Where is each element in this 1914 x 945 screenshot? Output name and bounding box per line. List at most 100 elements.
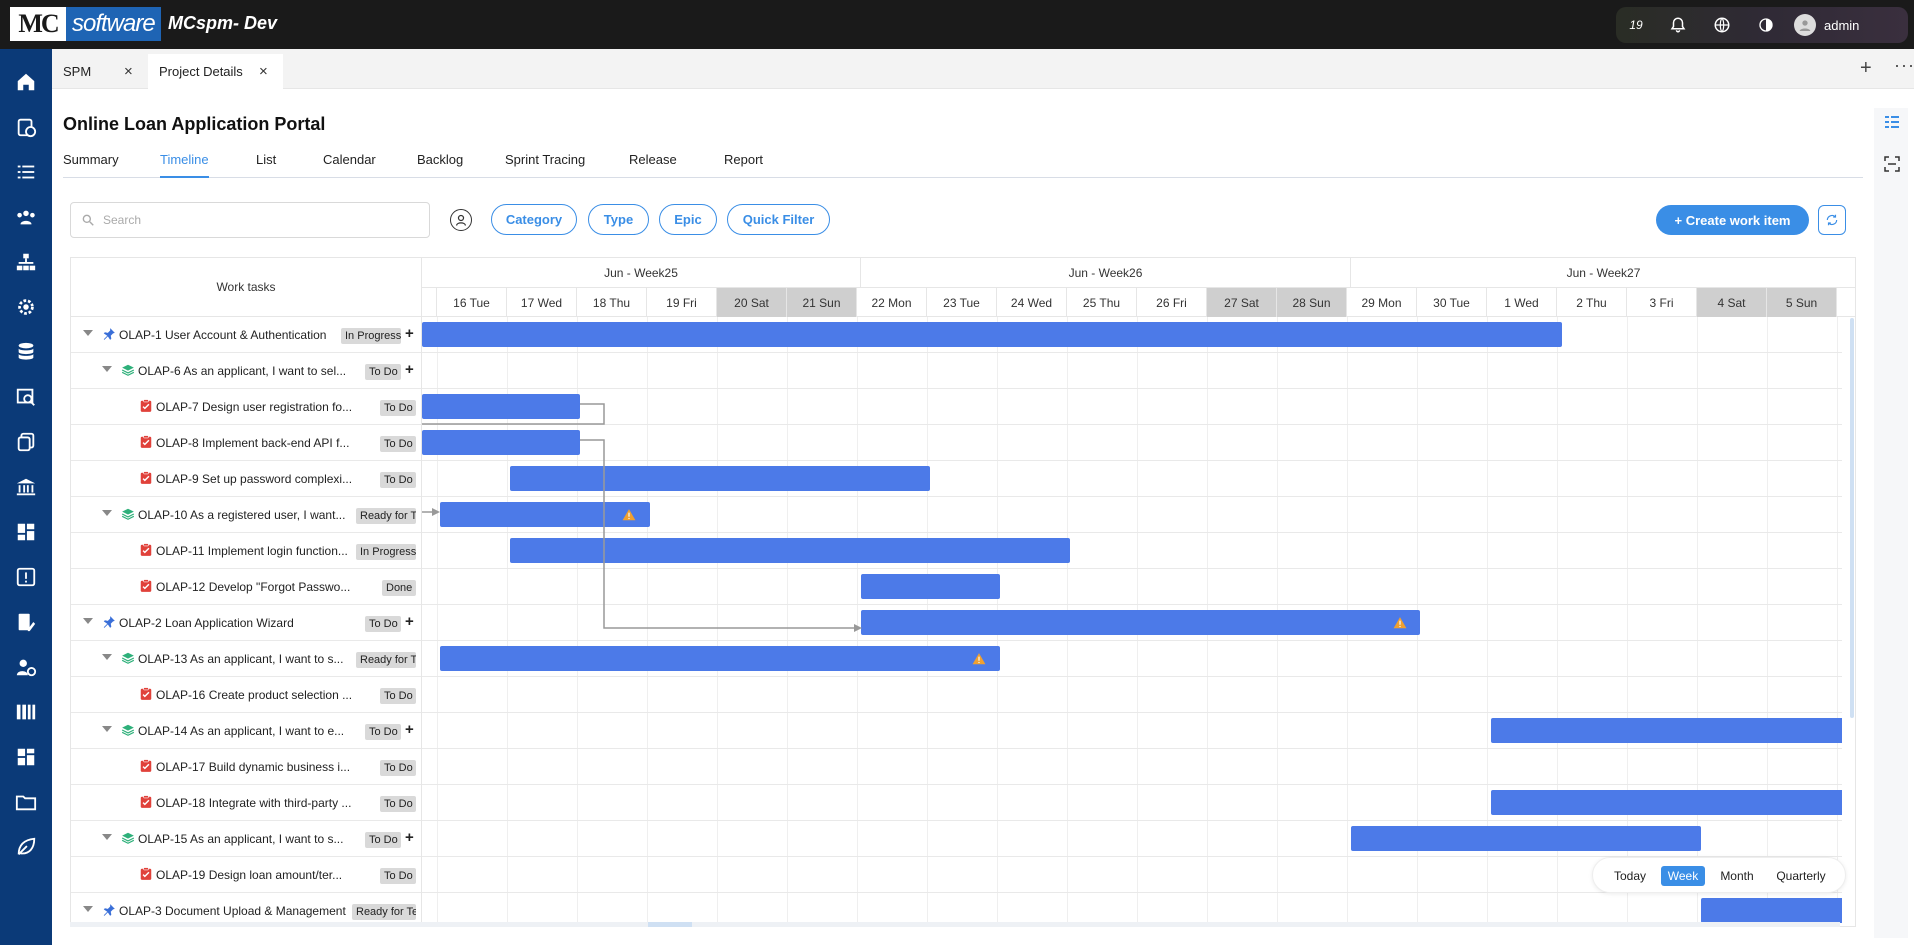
table-row[interactable]: OLAP-10 As a registered user, I want... R…: [71, 497, 421, 533]
tab-backlog[interactable]: Backlog: [417, 152, 463, 167]
table-row[interactable]: OLAP-13 As an applicant, I want to s... R…: [71, 641, 421, 677]
app-logo[interactable]: MC software: [10, 6, 161, 42]
add-child-button[interactable]: +: [405, 361, 414, 378]
theme-toggle-icon[interactable]: [1744, 17, 1788, 33]
zoom-week-button[interactable]: Week: [1661, 866, 1705, 886]
tab-report[interactable]: Report: [724, 152, 763, 167]
zoom-quarterly-button[interactable]: Quarterly: [1769, 866, 1833, 886]
tab-summary[interactable]: Summary: [63, 152, 119, 167]
database-icon[interactable]: [13, 339, 39, 365]
task-title[interactable]: OLAP-10 As a registered user, I want...: [138, 508, 352, 522]
task-title[interactable]: OLAP-8 Implement back-end API f...: [156, 436, 376, 450]
expand-caret-icon[interactable]: [83, 906, 93, 912]
zoom-today-button[interactable]: Today: [1607, 866, 1653, 886]
table-row[interactable]: OLAP-1 User Account & Authentication In P…: [71, 317, 421, 353]
table-row[interactable]: OLAP-19 Design loan amount/ter... To Do: [71, 857, 421, 893]
search-input[interactable]: Search: [70, 202, 430, 238]
table-row[interactable]: OLAP-7 Design user registration fo... To …: [71, 389, 421, 425]
team-icon[interactable]: [13, 204, 39, 230]
table-row[interactable]: OLAP-9 Set up password complexi... To Do: [71, 461, 421, 497]
task-title[interactable]: OLAP-17 Build dynamic business i...: [156, 760, 376, 774]
home-icon[interactable]: [13, 69, 39, 95]
grid-icon[interactable]: [13, 744, 39, 770]
tab-release[interactable]: Release: [629, 152, 677, 167]
copy-icon[interactable]: [13, 429, 39, 455]
close-icon[interactable]: ×: [124, 63, 133, 80]
task-title[interactable]: OLAP-1 User Account & Authentication: [119, 328, 337, 342]
add-child-button[interactable]: +: [405, 613, 414, 630]
task-title[interactable]: OLAP-18 Integrate with third-party ...: [156, 796, 376, 810]
add-child-button[interactable]: +: [405, 325, 414, 342]
scan-icon[interactable]: [1884, 156, 1900, 175]
user-clock-icon[interactable]: [13, 654, 39, 680]
report-edit-icon[interactable]: [13, 609, 39, 635]
bell-icon[interactable]: [1656, 16, 1700, 34]
tab-spm[interactable]: SPM ×: [52, 54, 147, 89]
type-filter-button[interactable]: Type: [588, 204, 649, 235]
settings-icon[interactable]: [13, 294, 39, 320]
globe-icon[interactable]: [1700, 16, 1744, 34]
username[interactable]: admin: [1824, 18, 1859, 33]
tab-sprint-tracing[interactable]: Sprint Tracing: [505, 152, 585, 167]
epic-filter-button[interactable]: Epic: [659, 204, 717, 235]
vertical-scrollbar[interactable]: [1850, 318, 1854, 718]
leaf-icon[interactable]: [13, 834, 39, 860]
task-title[interactable]: OLAP-6 As an applicant, I want to sel...: [138, 364, 361, 378]
list-icon[interactable]: [13, 159, 39, 185]
tab-timeline[interactable]: Timeline: [160, 152, 209, 178]
tab-project-details[interactable]: Project Details ×: [148, 54, 283, 89]
tab-list[interactable]: List: [256, 152, 276, 167]
task-title[interactable]: OLAP-14 As an applicant, I want to e...: [138, 724, 361, 738]
task-title[interactable]: OLAP-12 Develop "Forgot Passwo...: [156, 580, 378, 594]
task-title[interactable]: OLAP-19 Design loan amount/ter...: [156, 868, 376, 882]
hierarchy-icon[interactable]: [13, 249, 39, 275]
library-icon[interactable]: [13, 699, 39, 725]
table-row[interactable]: OLAP-11 Implement login function... In Pr…: [71, 533, 421, 569]
alert-icon[interactable]: [13, 564, 39, 590]
add-child-button[interactable]: +: [405, 721, 414, 738]
table-row[interactable]: OLAP-16 Create product selection ... To D…: [71, 677, 421, 713]
more-icon[interactable]: ···: [1894, 55, 1914, 76]
task-title[interactable]: OLAP-13 As an applicant, I want to s...: [138, 652, 352, 666]
expand-caret-icon[interactable]: [83, 330, 93, 336]
dashboard-icon[interactable]: [13, 519, 39, 545]
user-filter-icon[interactable]: [450, 209, 472, 231]
expand-caret-icon[interactable]: [102, 726, 112, 732]
table-row[interactable]: OLAP-14 As an applicant, I want to e... T…: [71, 713, 421, 749]
clipboard-clock-icon[interactable]: [13, 114, 39, 140]
add-tab-icon[interactable]: +: [1860, 57, 1872, 80]
quick-filter-button[interactable]: Quick Filter: [727, 204, 830, 235]
zoom-month-button[interactable]: Month: [1713, 866, 1761, 886]
expand-caret-icon[interactable]: [83, 618, 93, 624]
task-title[interactable]: OLAP-7 Design user registration fo...: [156, 400, 376, 414]
add-child-button[interactable]: +: [405, 829, 414, 846]
expand-caret-icon[interactable]: [102, 654, 112, 660]
task-title[interactable]: OLAP-16 Create product selection ...: [156, 688, 376, 702]
table-row[interactable]: OLAP-2 Loan Application Wizard To Do +: [71, 605, 421, 641]
expand-caret-icon[interactable]: [102, 834, 112, 840]
horizontal-scrollbar[interactable]: [70, 922, 1840, 927]
task-title[interactable]: OLAP-9 Set up password complexi...: [156, 472, 376, 486]
table-row[interactable]: OLAP-15 As an applicant, I want to s... T…: [71, 821, 421, 857]
list-view-icon[interactable]: [1884, 114, 1900, 133]
table-row[interactable]: OLAP-8 Implement back-end API f... To Do: [71, 425, 421, 461]
bank-icon[interactable]: [13, 474, 39, 500]
search-doc-icon[interactable]: [13, 384, 39, 410]
task-title[interactable]: OLAP-2 Loan Application Wizard: [119, 616, 361, 630]
table-row[interactable]: OLAP-12 Develop "Forgot Passwo... Done: [71, 569, 421, 605]
category-filter-button[interactable]: Category: [491, 204, 577, 235]
refresh-icon[interactable]: [1818, 205, 1846, 235]
table-row[interactable]: OLAP-18 Integrate with third-party ... To…: [71, 785, 421, 821]
close-icon[interactable]: ×: [259, 63, 268, 80]
folder-icon[interactable]: [13, 789, 39, 815]
avatar[interactable]: [1794, 14, 1816, 36]
task-title[interactable]: OLAP-11 Implement login function...: [156, 544, 352, 558]
expand-caret-icon[interactable]: [102, 510, 112, 516]
tab-calendar[interactable]: Calendar: [323, 152, 376, 167]
create-work-item-button[interactable]: + Create work item: [1656, 205, 1809, 235]
task-title[interactable]: OLAP-3 Document Upload & Management: [119, 904, 348, 918]
table-row[interactable]: OLAP-17 Build dynamic business i... To Do: [71, 749, 421, 785]
expand-caret-icon[interactable]: [102, 366, 112, 372]
task-title[interactable]: OLAP-15 As an applicant, I want to s...: [138, 832, 361, 846]
table-row[interactable]: OLAP-6 As an applicant, I want to sel...…: [71, 353, 421, 389]
